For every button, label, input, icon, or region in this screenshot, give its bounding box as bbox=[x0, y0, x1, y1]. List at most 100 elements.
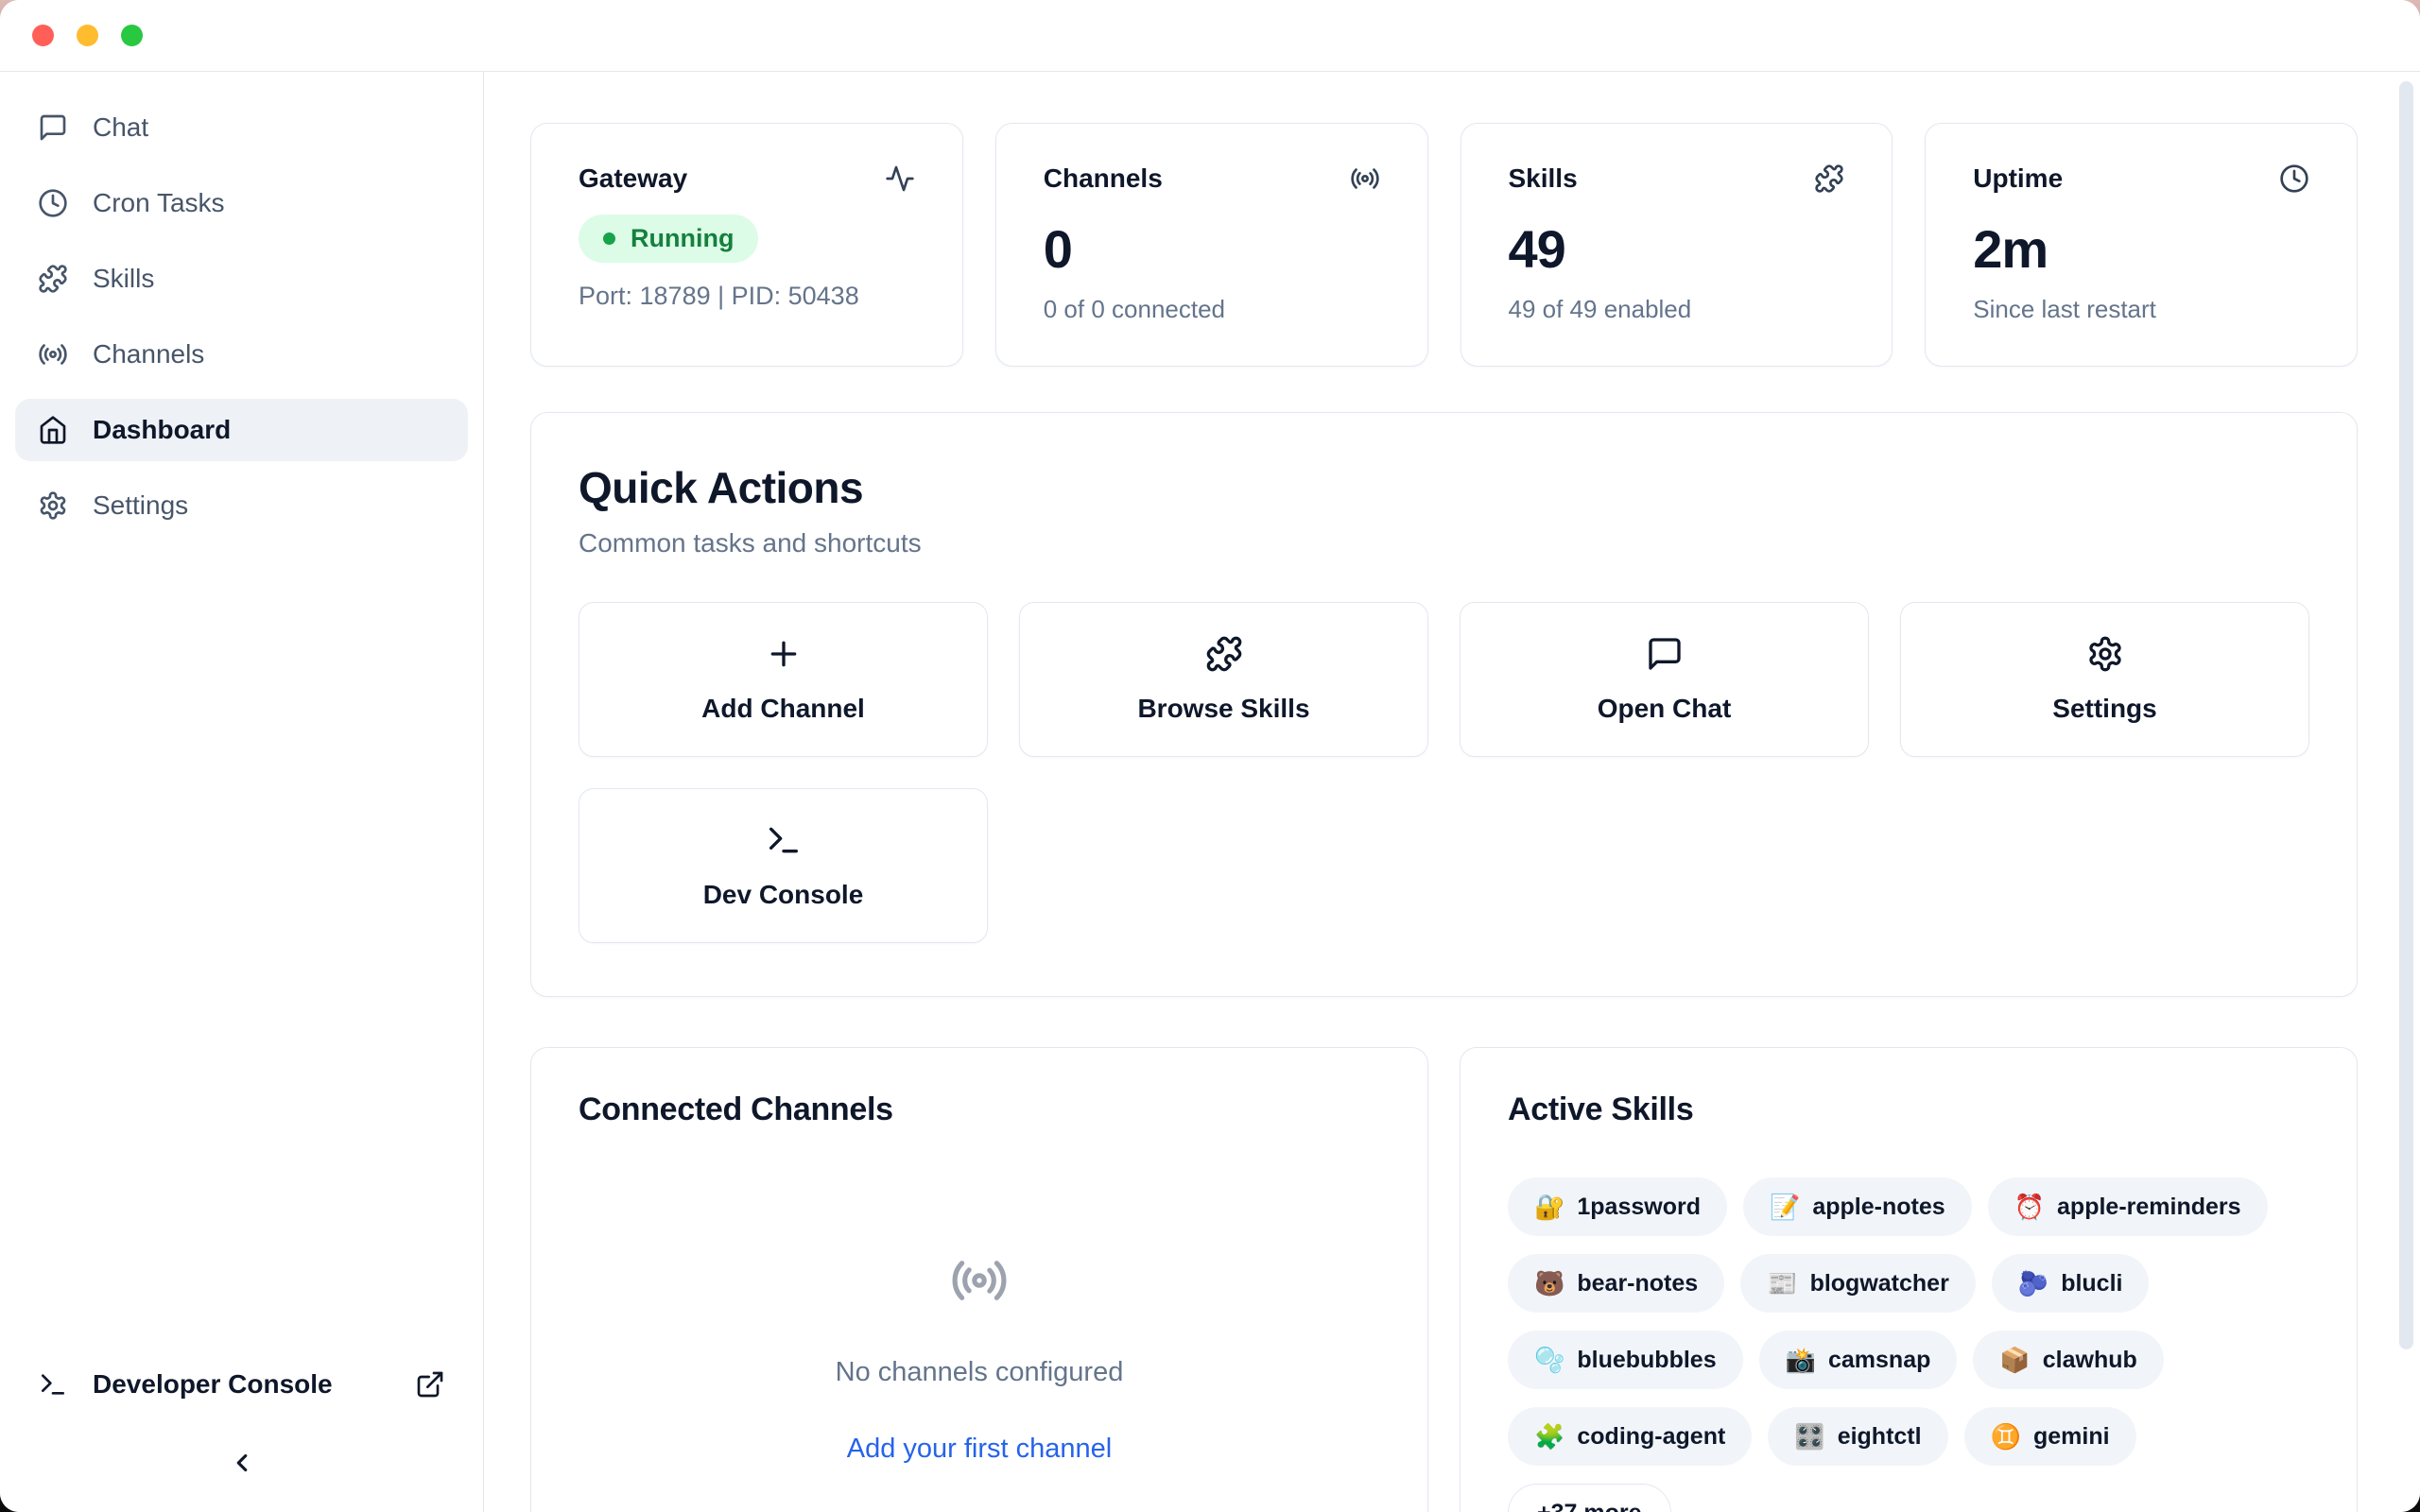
skill-badge: 🫧 bluebubbles bbox=[1508, 1331, 1743, 1389]
skill-emoji: ♊️ bbox=[1991, 1422, 2021, 1452]
status-label: Running bbox=[631, 224, 734, 253]
status-dot bbox=[603, 232, 615, 245]
stat-title: Gateway bbox=[579, 163, 687, 194]
skill-emoji: 📦 bbox=[1999, 1346, 2030, 1375]
bottom-row: Connected Channels No channels configure… bbox=[530, 1047, 2358, 1512]
empty-channels-text: No channels configured bbox=[836, 1357, 1124, 1388]
gear-icon bbox=[38, 490, 68, 521]
skill-name: gemini bbox=[2033, 1423, 2110, 1451]
more-skills-button[interactable]: +37 more bbox=[1508, 1484, 1671, 1512]
stat-value: 2m bbox=[1973, 218, 2309, 280]
skill-emoji: 🎛️ bbox=[1794, 1422, 1824, 1452]
sidebar-item-chat[interactable]: Chat bbox=[15, 96, 468, 159]
active-skills-title: Active Skills bbox=[1508, 1091, 2309, 1128]
stat-subtext: Since last restart bbox=[1973, 295, 2309, 324]
open-chat-button[interactable]: Open Chat bbox=[1460, 602, 1869, 757]
skill-name: clawhub bbox=[2043, 1347, 2137, 1374]
skill-emoji: ⏰ bbox=[2014, 1193, 2045, 1222]
stat-subtext: 0 of 0 connected bbox=[1044, 295, 1380, 324]
skill-emoji: 🧩 bbox=[1534, 1422, 1564, 1452]
gear-icon bbox=[2086, 635, 2124, 673]
skill-badge: 📝 apple-notes bbox=[1743, 1177, 1972, 1236]
stat-head: Channels bbox=[1044, 163, 1380, 194]
sidebar-item-cron-tasks[interactable]: Cron Tasks bbox=[15, 172, 468, 234]
skill-name: coding-agent bbox=[1577, 1423, 1725, 1451]
terminal-icon bbox=[38, 1369, 68, 1400]
skill-name: blucli bbox=[2061, 1270, 2122, 1297]
skill-badge: 📸 camsnap bbox=[1759, 1331, 1958, 1389]
skill-badge: 🔐 1password bbox=[1508, 1177, 1727, 1236]
skill-emoji: 📰 bbox=[1767, 1269, 1797, 1298]
skill-emoji: 🫐 bbox=[2018, 1269, 2048, 1298]
action-label: Dev Console bbox=[703, 880, 864, 910]
skill-badge: ♊️ gemini bbox=[1964, 1407, 2136, 1466]
collapse-row bbox=[15, 1416, 468, 1495]
skill-badge: 🐻bear-notes bbox=[1508, 1254, 1724, 1313]
stat-subtext: 49 of 49 enabled bbox=[1509, 295, 1845, 324]
skill-name: blogwatcher bbox=[1810, 1270, 1949, 1297]
skill-emoji: 🫧 bbox=[1534, 1346, 1564, 1375]
connected-channels-card: Connected Channels No channels configure… bbox=[530, 1047, 1428, 1512]
traffic-lights bbox=[32, 25, 143, 46]
minimize-button[interactable] bbox=[77, 25, 98, 46]
add-first-channel-link[interactable]: Add your first channel bbox=[847, 1434, 1112, 1465]
sidebar-item-label: Skills bbox=[93, 264, 154, 294]
stat-head: Skills bbox=[1509, 163, 1845, 194]
collapse-sidebar-button[interactable] bbox=[219, 1440, 265, 1486]
developer-console-label: Developer Console bbox=[93, 1369, 333, 1400]
close-button[interactable] bbox=[32, 25, 54, 46]
home-icon bbox=[38, 415, 68, 445]
skill-emoji: 📝 bbox=[1770, 1193, 1800, 1222]
quick-actions-card: Quick Actions Common tasks and shortcuts… bbox=[530, 412, 2358, 997]
skills-badges: 🔐 1password 📝 apple-notes ⏰apple-reminders… bbox=[1508, 1177, 2309, 1512]
plus-icon bbox=[765, 635, 803, 673]
developer-console-link[interactable]: Developer Console bbox=[15, 1353, 468, 1416]
skill-name: bluebubbles bbox=[1577, 1347, 1716, 1374]
app-window: Chat Cron Tasks Skills Channels Dashboar bbox=[0, 0, 2420, 1512]
titlebar bbox=[0, 0, 2420, 72]
zoom-button[interactable] bbox=[121, 25, 143, 46]
stat-card-channels: Channels 0 0 of 0 connected bbox=[995, 123, 1428, 367]
sidebar-nav: Chat Cron Tasks Skills Channels Dashboar bbox=[15, 96, 468, 537]
puzzle-icon bbox=[38, 264, 68, 294]
sidebar: Chat Cron Tasks Skills Channels Dashboar bbox=[0, 72, 484, 1512]
stat-head: Uptime bbox=[1973, 163, 2309, 194]
action-label: Browse Skills bbox=[1137, 694, 1309, 724]
sidebar-item-skills[interactable]: Skills bbox=[15, 248, 468, 310]
skill-badge: 📰 blogwatcher bbox=[1740, 1254, 1976, 1313]
skill-emoji: 🔐 bbox=[1534, 1193, 1564, 1222]
skill-name: bear-notes bbox=[1577, 1270, 1698, 1297]
skill-name: apple-notes bbox=[1812, 1194, 1945, 1221]
sidebar-item-settings[interactable]: Settings bbox=[15, 474, 468, 537]
scrollbar-thumb[interactable] bbox=[2399, 81, 2413, 1349]
dev-console-button[interactable]: Dev Console bbox=[579, 788, 988, 943]
skill-badge: 🎛️eightctl bbox=[1768, 1407, 1947, 1466]
app-body: Chat Cron Tasks Skills Channels Dashboar bbox=[0, 72, 2420, 1512]
add-channel-button[interactable]: Add Channel bbox=[579, 602, 988, 757]
sidebar-item-dashboard[interactable]: Dashboard bbox=[15, 399, 468, 461]
connected-channels-title: Connected Channels bbox=[579, 1091, 1380, 1128]
action-label: Add Channel bbox=[701, 694, 865, 724]
sidebar-item-channels[interactable]: Channels bbox=[15, 323, 468, 386]
skill-name: 1password bbox=[1577, 1194, 1701, 1221]
stat-head: Gateway bbox=[579, 163, 915, 194]
stat-title: Skills bbox=[1509, 163, 1578, 194]
sidebar-item-label: Settings bbox=[93, 490, 188, 521]
skill-badge: 📦 clawhub bbox=[1973, 1331, 2163, 1389]
skill-emoji: 📸 bbox=[1786, 1346, 1816, 1375]
skill-badge: ⏰apple-reminders bbox=[1988, 1177, 2268, 1236]
quick-actions-grid: Add Channel Browse Skills Open Chat Sett… bbox=[579, 602, 2309, 943]
activity-icon bbox=[885, 163, 915, 194]
skill-name: camsnap bbox=[1828, 1347, 1930, 1374]
stat-value: 0 bbox=[1044, 218, 1380, 280]
active-skills-card: Active Skills 🔐 1password 📝 apple-notes ⏰a… bbox=[1460, 1047, 2358, 1512]
external-link-icon[interactable] bbox=[415, 1369, 445, 1400]
action-label: Open Chat bbox=[1598, 694, 1732, 724]
status-badge: Running bbox=[579, 215, 758, 263]
clock-icon bbox=[2279, 163, 2309, 194]
skill-badge: 🫐 blucli bbox=[1992, 1254, 2150, 1313]
settings-button[interactable]: Settings bbox=[1900, 602, 2309, 757]
browse-skills-button[interactable]: Browse Skills bbox=[1019, 602, 1428, 757]
sidebar-item-label: Dashboard bbox=[93, 415, 231, 445]
radio-icon bbox=[1350, 163, 1380, 194]
